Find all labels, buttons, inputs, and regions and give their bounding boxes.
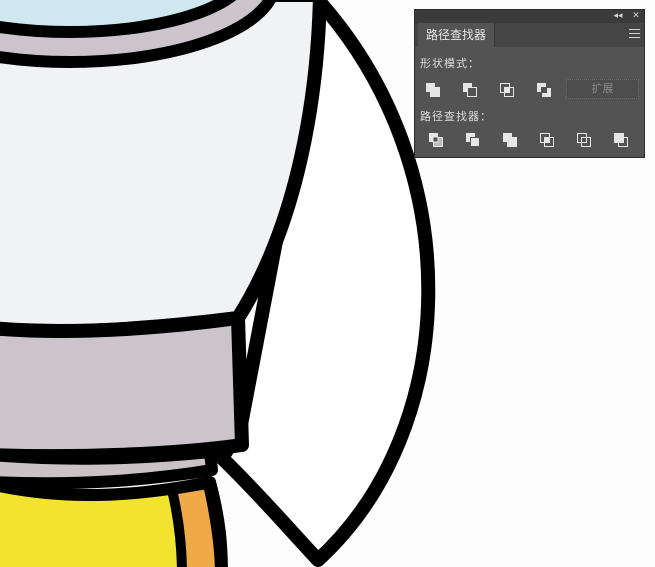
unite-icon[interactable] [424,81,442,99]
collapse-icon[interactable]: ◂◂ [612,10,624,23]
pathfinders-label: 路径查找器： [420,110,492,123]
panel-tab-row: 路径查找器 [415,23,644,47]
panel-titlebar[interactable]: ◂◂ ✕ [415,10,644,23]
trim-icon[interactable] [464,131,482,149]
tab-pathfinder[interactable]: 路径查找器 [418,23,495,47]
panel-menu-icon[interactable] [629,29,640,39]
crop-icon[interactable] [538,131,556,149]
minus-front-icon[interactable] [461,81,479,99]
merge-icon[interactable] [501,131,519,149]
expand-button[interactable]: 扩展 [566,79,639,99]
rocket-lower-ring [0,446,218,490]
intersect-icon[interactable] [498,81,516,99]
pathfinder-panel: ◂◂ ✕ 路径查找器 形状模式： 扩展 路径查找器： [414,9,645,158]
exclude-icon[interactable] [535,81,553,99]
shape-modes-label: 形状模式： [420,57,480,70]
minus-back-icon[interactable] [612,131,630,149]
close-icon[interactable]: ✕ [630,10,642,23]
rocket-band [0,311,249,464]
outline-icon[interactable] [575,131,593,149]
divide-icon[interactable] [427,131,445,149]
rocket-flame-orange [167,479,225,567]
